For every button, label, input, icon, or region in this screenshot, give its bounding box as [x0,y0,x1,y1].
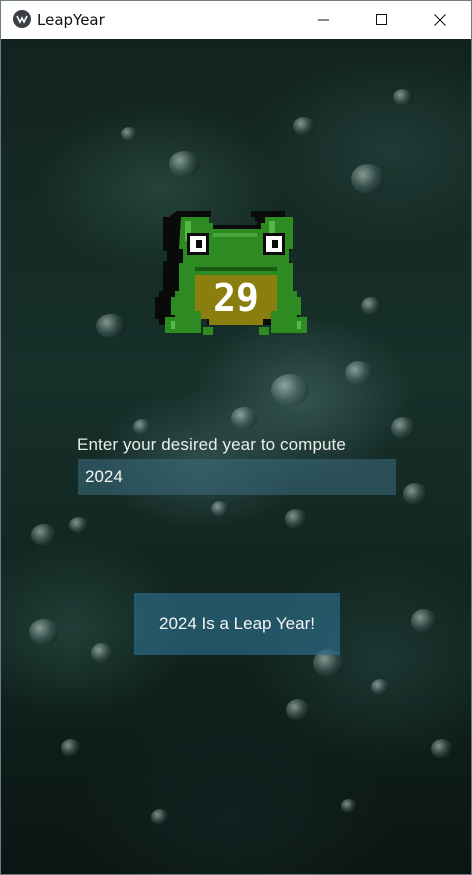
water-drop [121,127,137,141]
frog-badge-number: 29 [213,276,259,320]
kivy-logo-icon [13,10,31,28]
water-drop [293,117,315,135]
water-drop [151,809,169,825]
minimize-button[interactable] [295,1,353,39]
maximize-button[interactable] [353,1,411,39]
close-button[interactable] [411,1,469,39]
water-drop [361,297,381,315]
water-drop [393,89,413,105]
water-drop [285,509,307,529]
water-drop [211,501,229,517]
water-drop [351,164,385,194]
year-input[interactable] [78,459,396,495]
water-drop [345,361,373,385]
water-drop [96,314,126,338]
minimize-icon [318,19,329,21]
title-bar[interactable]: LeapYear [1,1,471,39]
water-drop [69,517,89,533]
close-icon [434,14,446,26]
background-image [1,39,471,874]
water-drop [403,483,427,505]
water-drop [271,374,309,406]
water-drop [391,417,415,439]
pixel-frog-icon: 29 [151,171,321,375]
water-drop [61,739,81,757]
water-drop [411,609,437,633]
app-window: LeapYear 29 Enter your desired year to c… [0,0,472,875]
window-title: LeapYear [37,11,105,29]
water-drop [31,524,57,546]
water-drop [91,643,113,663]
water-drop [29,619,59,645]
water-drop [341,799,357,813]
maximize-icon [376,14,387,25]
water-drop [231,407,257,429]
water-drop [133,419,151,435]
water-drop [371,679,389,695]
year-prompt-label: Enter your desired year to compute [77,435,346,454]
water-drop [286,699,310,721]
water-drop [431,739,453,759]
result-button[interactable]: 2024 Is a Leap Year! [134,593,340,655]
